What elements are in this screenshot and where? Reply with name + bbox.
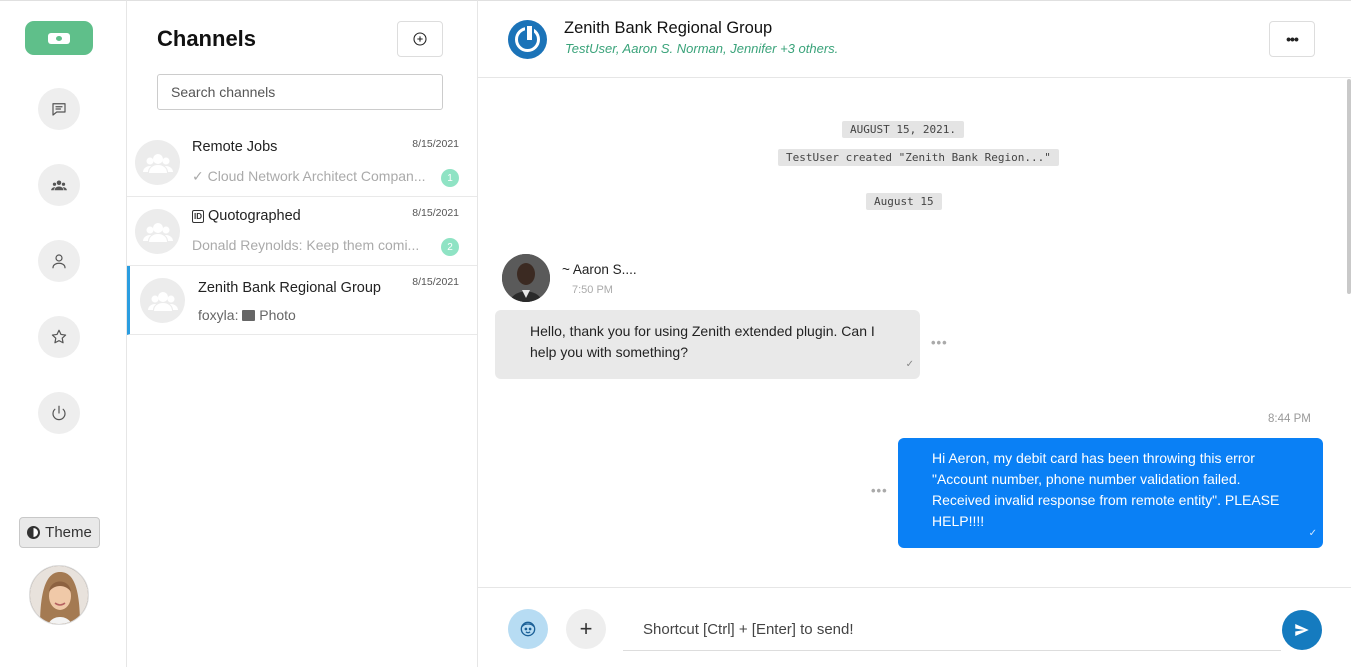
- favorites-nav-button[interactable]: [38, 316, 80, 358]
- channel-preview: ✓ Cloud Network Architect Compan...: [192, 168, 426, 184]
- group-members[interactable]: TestUser, Aaron S. Norman, Jennifer +3 o…: [565, 41, 838, 56]
- channel-avatar: [135, 140, 180, 185]
- system-message: TestUser created "Zenith Bank Region...": [778, 149, 1059, 166]
- outgoing-message[interactable]: Hi Aeron, my debit card has been throwin…: [898, 438, 1323, 548]
- channel-search-input[interactable]: [157, 74, 443, 110]
- group-logo[interactable]: [508, 20, 547, 59]
- left-rail: Theme: [0, 0, 127, 667]
- emoji-button[interactable]: [508, 609, 548, 649]
- channel-name: ID Quotographed: [192, 208, 301, 224]
- image-icon: [242, 310, 256, 321]
- group-icon: [51, 180, 67, 191]
- id-card-icon: ID: [192, 209, 204, 223]
- plus-circle-icon: [413, 32, 427, 46]
- channel-date: 8/15/2021: [412, 276, 459, 288]
- channel-name: Remote Jobs: [192, 139, 278, 155]
- send-icon: [1295, 624, 1309, 636]
- channel-avatar: [140, 278, 185, 323]
- groups-nav-button[interactable]: [38, 164, 80, 206]
- plus-icon: +: [579, 616, 593, 641]
- channels-title: Channels: [157, 26, 257, 51]
- channels-panel: Channels Remote Jobs 8/15/2021 ✓ Cloud N…: [127, 0, 478, 667]
- theme-toggle-button[interactable]: Theme: [19, 517, 100, 548]
- channel-item-remote-jobs[interactable]: Remote Jobs 8/15/2021 ✓ Cloud Network Ar…: [127, 128, 477, 197]
- incoming-message[interactable]: Hello, thank you for using Zenith extend…: [495, 310, 920, 379]
- theme-label: Theme: [45, 524, 92, 541]
- contrast-icon: [27, 526, 41, 539]
- add-channel-button[interactable]: [397, 21, 443, 57]
- chats-nav-button[interactable]: [38, 88, 80, 130]
- message-time: 8:44 PM: [1268, 413, 1311, 425]
- unread-badge: 2: [441, 238, 459, 256]
- channel-preview: foxyla: Photo: [198, 307, 296, 323]
- sender-avatar[interactable]: [502, 254, 550, 302]
- group-name[interactable]: Zenith Bank Regional Group: [564, 19, 772, 38]
- channel-preview: Donald Reynolds: Keep them comi...: [192, 237, 420, 253]
- app-logo-icon: [48, 32, 70, 44]
- chat-header: Zenith Bank Regional Group TestUser, Aar…: [478, 1, 1351, 78]
- date-divider: August 15: [866, 193, 942, 210]
- scrollbar[interactable]: [1347, 79, 1351, 294]
- emoji-icon: [520, 621, 536, 637]
- profile-nav-button[interactable]: [38, 240, 80, 282]
- channel-date: 8/15/2021: [412, 138, 459, 150]
- power-logo-icon: [515, 24, 540, 52]
- current-user-avatar[interactable]: [29, 565, 89, 625]
- channel-item-zenith-bank[interactable]: Zenith Bank Regional Group 8/15/2021 fox…: [127, 266, 477, 335]
- channel-list: Remote Jobs 8/15/2021 ✓ Cloud Network Ar…: [127, 128, 477, 335]
- chat-panel: Zenith Bank Regional Group TestUser, Aar…: [478, 0, 1351, 667]
- sender-name[interactable]: ~ Aaron S....: [562, 262, 637, 277]
- message-composer: +: [478, 587, 1351, 667]
- message-list[interactable]: AUGUST 15, 2021. TestUser created "Zenit…: [478, 79, 1351, 587]
- more-options-button[interactable]: •••: [1269, 21, 1315, 57]
- send-button[interactable]: [1282, 610, 1322, 650]
- avatar-image: [30, 566, 88, 624]
- message-options-icon[interactable]: •••: [931, 335, 948, 350]
- ellipsis-icon: •••: [1286, 31, 1299, 47]
- message-time: 7:50 PM: [572, 284, 613, 296]
- message-text: Hi Aeron, my debit card has been throwin…: [932, 450, 1280, 529]
- check-icon: ✓: [905, 359, 914, 370]
- group-icon: [147, 291, 178, 311]
- channel-item-quotographed[interactable]: ID Quotographed 8/15/2021 Donald Reynolds…: [127, 197, 477, 266]
- channel-avatar: [135, 209, 180, 254]
- star-icon: [51, 329, 67, 344]
- check-icon: ✓: [192, 168, 208, 184]
- group-icon: [142, 153, 173, 173]
- logout-button[interactable]: [38, 392, 80, 434]
- message-input[interactable]: [623, 608, 1281, 651]
- power-icon: [52, 405, 66, 421]
- attach-button[interactable]: +: [566, 609, 606, 649]
- chat-icon: [52, 103, 66, 116]
- channel-name: Zenith Bank Regional Group: [198, 280, 381, 296]
- message-text: Hello, thank you for using Zenith extend…: [530, 323, 875, 360]
- user-icon: [52, 254, 66, 269]
- app-logo-button[interactable]: [25, 21, 93, 55]
- group-icon: [142, 222, 173, 242]
- check-icon: ✓: [1308, 528, 1317, 539]
- unread-badge: 1: [441, 169, 459, 187]
- date-divider: AUGUST 15, 2021.: [842, 121, 964, 138]
- avatar-image: [502, 254, 550, 302]
- channel-date: 8/15/2021: [412, 207, 459, 219]
- message-options-icon[interactable]: •••: [871, 483, 888, 498]
